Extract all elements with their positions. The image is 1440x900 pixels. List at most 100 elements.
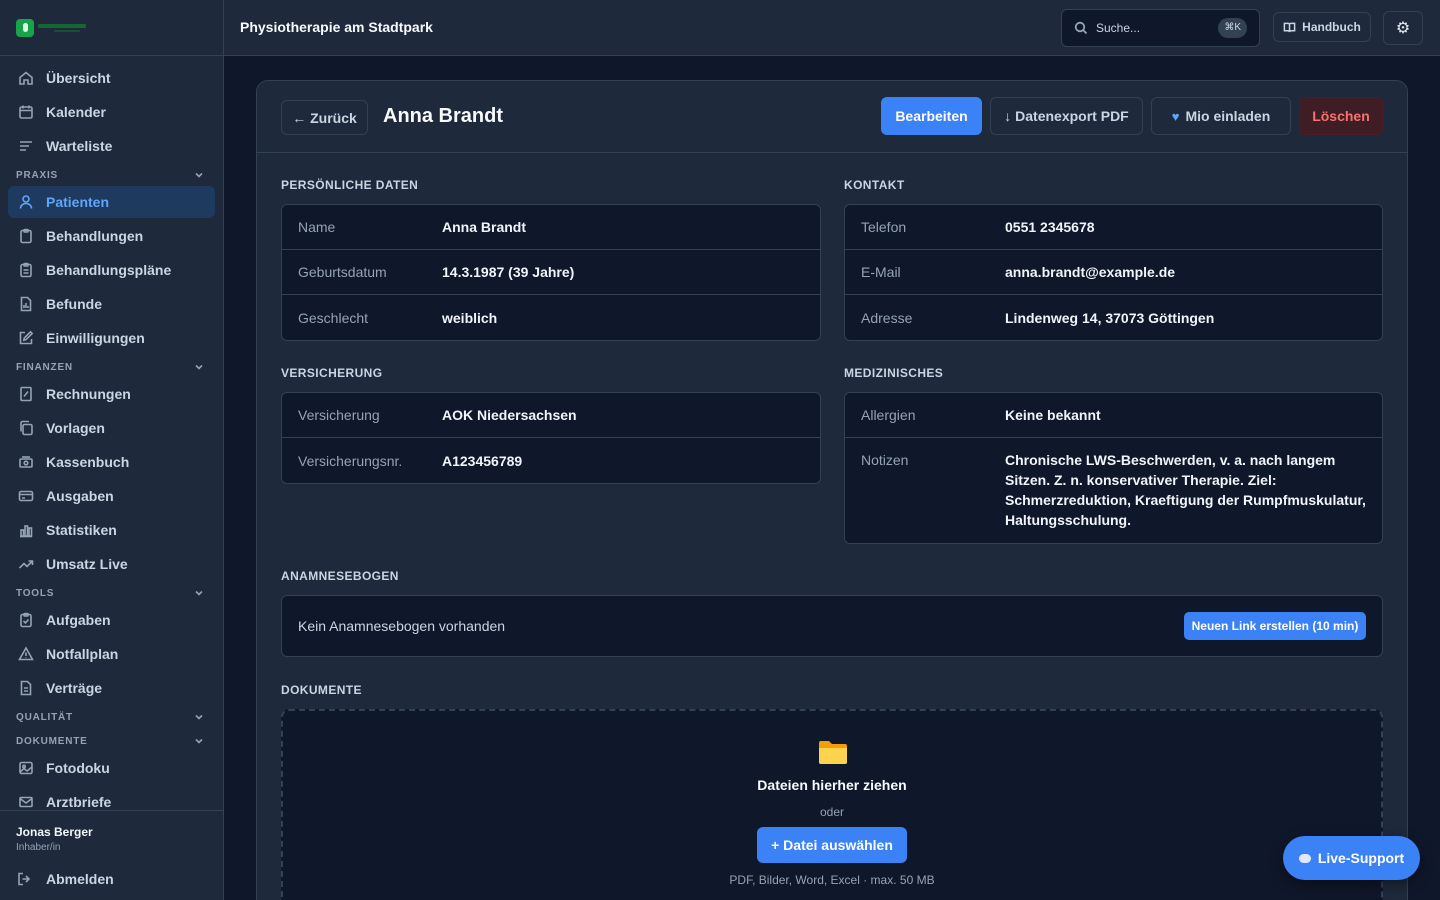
live-support-button[interactable]: Live-Support [1283,836,1420,880]
section-title-insurance: VERSICHERUNG [281,366,383,380]
practice-title: Physiotherapie am Stadtpark [240,19,433,35]
sidebar-item-notfallplan[interactable]: Notfallplan [8,638,215,670]
info-row: Notizen Chronische LWS-Beschwerden, v. a… [845,438,1382,542]
info-row: E-Mail anna.brandt@example.de [845,250,1382,295]
sidebar-item-kassenbuch[interactable]: Kassenbuch [8,446,215,478]
sidebar-item-label: Vorlagen [46,420,105,436]
chevron-down-icon [195,364,203,370]
info-label: Versicherungsnr. [298,452,403,469]
logout-icon [18,872,31,886]
anamnesis-empty-text: Kein Anamnesebogen vorhanden [298,618,506,634]
document-icon [18,680,34,696]
sidebar-item-behandlungen[interactable]: Behandlungen [8,220,215,252]
section-title-anamnesis: ANAMNESEBOGEN [281,569,399,583]
clipboard-icon [18,228,34,244]
info-row: Geburtsdatum 14.3.1987 (39 Jahre) [282,250,820,295]
info-label: Adresse [861,309,913,326]
sidebar-item-aufgaben[interactable]: Aufgaben [8,604,215,636]
info-value: 0551 2345678 [1005,219,1095,235]
section-header-qualitaet[interactable]: QUALITÄT [8,706,215,728]
clipboard-check-icon [18,612,34,628]
logo-icon [16,18,34,37]
search-shortcut-badge: ⌘K [1218,18,1247,38]
anamnesis-box: Kein Anamnesebogen vorhanden Neuen Link … [281,595,1383,657]
personal-data-box: Name Anna Brandt Geburtsdatum 14.3.1987 … [281,204,821,341]
sidebar-item-vorlagen[interactable]: Vorlagen [8,412,215,444]
info-label: Telefon [861,219,907,235]
file-type-hint: PDF, Bilder, Word, Excel · max. 50 MB [729,873,935,887]
section-title-contact: KONTAKT [844,178,905,192]
home-icon [18,70,34,86]
settings-button[interactable]: ⚙ [1383,11,1423,45]
section-header-dokumente[interactable]: DOKUMENTE [8,730,215,752]
section-header-finanzen[interactable]: FINANZEN [8,356,215,378]
section-header-praxis[interactable]: PRAXIS [8,164,215,186]
handbook-button[interactable]: Handbuch [1273,12,1371,42]
sidebar-item-befunde[interactable]: Befunde [8,288,215,320]
chevron-down-icon [195,714,203,720]
back-button[interactable]: ← Zurück [281,100,368,135]
info-row: Versicherung AOK Niedersachsen [282,393,820,438]
sidebar-item-umsatz-live[interactable]: Umsatz Live [8,548,215,580]
search-icon [1074,21,1088,35]
copy-icon [18,420,34,436]
topbar: Physiotherapie am Stadtpark Suche... ⌘K … [224,0,1440,56]
section-title-medical: MEDIZINISCHES [844,366,944,380]
file-drop-zone[interactable]: Dateien hierher ziehen oder + Datei ausw… [281,709,1383,900]
sidebar-item-label: Notfallplan [46,646,119,662]
sidebar-item-label: Statistiken [46,522,117,538]
sidebar-item-einwilligungen[interactable]: Einwilligungen [8,322,215,354]
sidebar-item-patienten[interactable]: Patienten [8,186,215,218]
info-value: Anna Brandt [442,219,526,235]
card-header: ← Zurück Anna Brandt Bearbeiten ↓ Datene… [257,81,1407,153]
info-label: Geburtsdatum [298,264,387,280]
info-label: Allergien [861,407,916,423]
info-value: A123456789 [442,452,523,469]
info-row: Telefon 0551 2345678 [845,205,1382,250]
clipboard-list-icon [18,262,34,278]
select-file-button[interactable]: + Datei auswählen [757,827,907,863]
sidebar-item-rechnungen[interactable]: Rechnungen [8,378,215,410]
info-value: Keine bekannt [1005,407,1101,423]
mail-icon [18,794,34,808]
sidebar-item-statistiken[interactable]: Statistiken [8,514,215,546]
export-pdf-button[interactable]: ↓ Datenexport PDF [990,97,1143,135]
sidebar-item-ausgaben[interactable]: Ausgaben [8,480,215,512]
info-value: 14.3.1987 (39 Jahre) [442,264,575,280]
credit-card-icon [18,488,34,504]
sidebar-item-vertraege[interactable]: Verträge [8,672,215,704]
sidebar-item-label: Fotodoku [46,760,110,776]
warning-icon [18,646,34,662]
heart-icon: ♥ [1171,108,1180,124]
sidebar-item-label: Einwilligungen [46,330,145,346]
sidebar-item-label: Ausgaben [46,488,114,504]
sidebar-item-arztbriefe[interactable]: Arztbriefe [8,786,215,808]
sidebar-item-label: Arztbriefe [46,794,112,808]
sidebar-item-uebersicht[interactable]: Übersicht [8,62,215,94]
drop-or-label: oder [819,805,845,819]
page-title: Anna Brandt [383,105,503,127]
edit-icon [18,330,34,346]
sidebar-item-kalender[interactable]: Kalender [8,96,215,128]
search-placeholder: Suche... [1096,21,1141,35]
edit-button[interactable]: Bearbeiten [881,97,982,135]
search-input[interactable]: Suche... ⌘K [1061,9,1260,47]
sidebar-item-fotodoku[interactable]: Fotodoku [8,752,215,784]
sidebar-item-label: Kalender [46,104,106,120]
sidebar-item-label: Umsatz Live [46,556,128,572]
sidebar-item-label: Aufgaben [46,612,111,628]
invite-mio-button[interactable]: ♥ Mio einladen [1151,97,1291,135]
info-value: anna.brandt@example.de [1005,264,1176,280]
section-header-tools[interactable]: TOOLS [8,582,215,604]
sidebar-item-warteliste[interactable]: Warteliste [8,130,215,162]
info-row: Adresse Lindenweg 14, 37073 Göttingen [845,295,1382,340]
logo[interactable] [0,0,223,56]
sidebar-item-behandlungsplaene[interactable]: Behandlungspläne [8,254,215,286]
section-title-documents: DOKUMENTE [281,683,362,697]
book-icon [1283,22,1296,32]
info-label: Notizen [861,452,909,468]
sidebar: Übersicht Kalender Warteliste PRAXIS Pat… [0,0,224,900]
logout-button[interactable]: Abmelden [16,871,207,887]
delete-button[interactable]: Löschen [1299,97,1383,135]
create-link-button[interactable]: Neuen Link erstellen (10 min) [1184,612,1366,640]
